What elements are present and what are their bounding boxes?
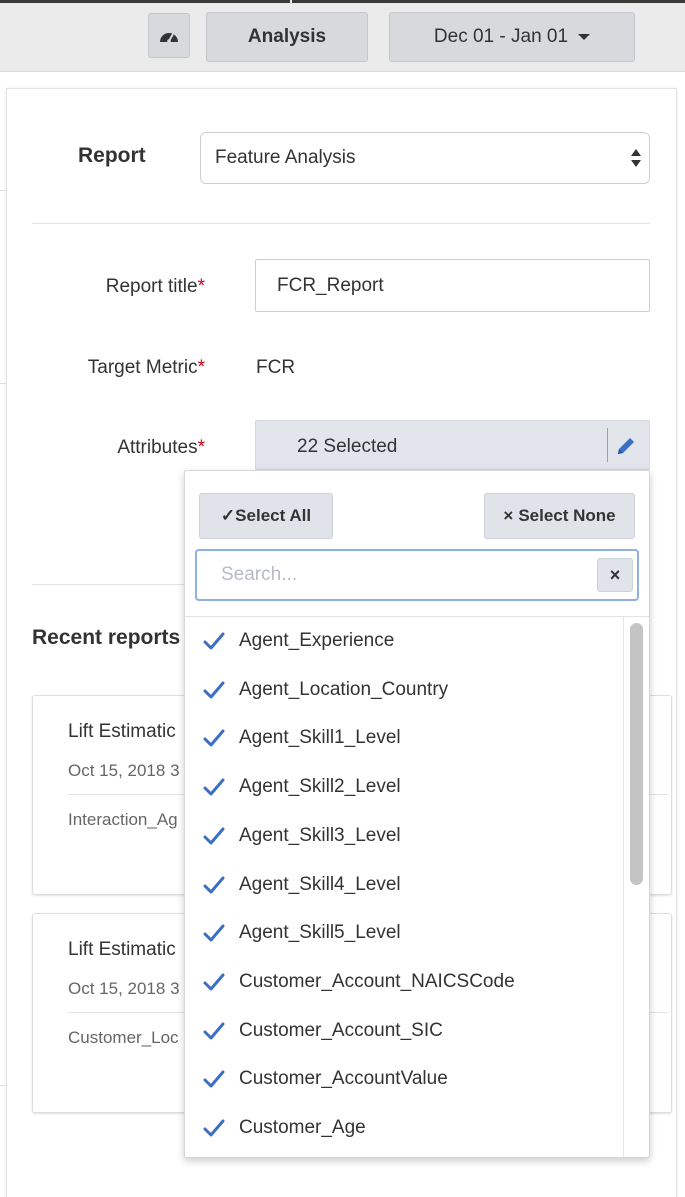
search-input[interactable] [197,551,587,599]
attribute-option[interactable]: Agent_Experience [185,617,615,665]
attributes-separator [607,428,608,462]
select-all-button[interactable]: ✓ Select All [199,493,333,539]
top-toolbar: Analysis Dec 01 - Jan 01 [0,0,685,72]
attributes-dropdown: ✓Select All ×Select None × Agent_Experie… [184,470,650,1158]
scrollbar-thumb[interactable] [630,623,643,885]
attributes-label: Attributes* [117,437,205,458]
checkmark-icon [203,973,225,991]
attributes-multiselect[interactable]: 22 Selected [255,420,650,470]
attribute-option-label: Customer_Account_SIC [239,1019,443,1041]
times-icon: × [503,506,514,525]
card-date: Oct 15, 2018 3 [68,979,180,998]
card-subtitle: Customer_Loc [68,1028,179,1047]
attribute-option-label: Agent_Skill1_Level [239,727,401,749]
attribute-option-label: Agent_Skill2_Level [239,776,401,798]
attributes-selected-count: 22 Selected [297,436,398,457]
attribute-option[interactable]: Agent_Skill3_Level [185,812,615,860]
attribute-option-label: Agent_Experience [239,630,395,651]
analysis-button-label: Analysis [247,26,327,47]
attribute-option-label: Customer_AccountValue [239,1068,448,1090]
attribute-option[interactable]: Agent_Skill4_Level [185,861,615,909]
report-title-label: Report title* [105,276,205,297]
attribute-option[interactable]: Agent_Location_Country [185,666,615,714]
attributes-list: Agent_Experience Agent_Location_Country Ag… [185,617,625,1157]
checkmark-icon [203,632,225,650]
target-metric-label: Target Metric* [87,357,205,378]
attribute-option[interactable]: Agent_Skill5_Level [185,909,615,957]
date-range-button[interactable]: Dec 01 - Jan 01 [389,12,635,62]
checkmark-icon [203,827,225,845]
attribute-option[interactable]: Agent_Skill1_Level [185,714,615,762]
dashboard-button[interactable] [148,13,190,58]
checkmark-icon [203,1070,225,1088]
attribute-option-label: Customer_Account_NAICSCode [239,970,515,992]
checkmark-icon [203,876,225,893]
select-all-label: Select All [235,506,312,525]
report-label: Report [78,144,146,167]
attribute-option-label: Agent_Skill4_Level [239,873,401,895]
report-type-value: Feature Analysis [215,147,356,168]
search-box: × [195,549,639,601]
select-arrows-icon [631,149,641,169]
attribute-option[interactable]: Customer_AccountValue [185,1055,615,1103]
target-metric-value: FCR [256,357,296,378]
pencil-icon[interactable] [614,434,638,458]
checkmark-icon [203,729,225,747]
scrollbar-track [623,617,624,1157]
attribute-option-label: Agent_Skill5_Level [239,922,401,944]
date-range-label: Dec 01 - Jan 01 [433,26,569,47]
select-none-button[interactable]: × Select None [484,493,635,539]
card-date: Oct 15, 2018 3 [68,761,180,780]
attribute-option-label: Agent_Skill3_Level [239,824,401,846]
speedometer-icon [160,32,178,43]
attribute-option[interactable]: Customer_Account_SIC [185,1007,615,1055]
attribute-option[interactable]: Customer_Age [185,1104,615,1152]
clear-search-button[interactable]: × [597,558,633,592]
attribute-option[interactable]: Agent_Skill2_Level [185,763,615,811]
attribute-option-label: Agent_Location_Country [239,678,449,700]
attribute-option-label: Customer_Age [239,1117,366,1138]
attribute-option[interactable]: Customer_Account_NAICSCode [185,958,615,1006]
top-border [0,0,685,3]
check-icon: ✓ [220,506,236,525]
card-title: Lift Estimatic [68,939,176,960]
report-title-value: FCR_Report [277,274,384,296]
recent-reports-title: Recent reports [32,626,181,649]
close-icon: × [609,564,621,585]
report-type-select[interactable]: Feature Analysis [200,132,650,184]
form-divider [32,223,650,224]
analysis-button[interactable]: Analysis [206,12,368,62]
top-border-gap [290,0,292,3]
checkmark-icon [203,681,225,699]
checkmark-icon [203,924,225,942]
checkmark-icon [203,1022,225,1040]
checkmark-icon [203,778,225,796]
card-subtitle: Interaction_Ag [68,810,178,829]
report-title-input[interactable]: FCR_Report [255,259,650,312]
caret-down-icon [578,34,591,40]
checkmark-icon [203,1119,225,1137]
card-title: Lift Estimatic [68,721,176,742]
select-none-label: Select None [518,506,616,525]
